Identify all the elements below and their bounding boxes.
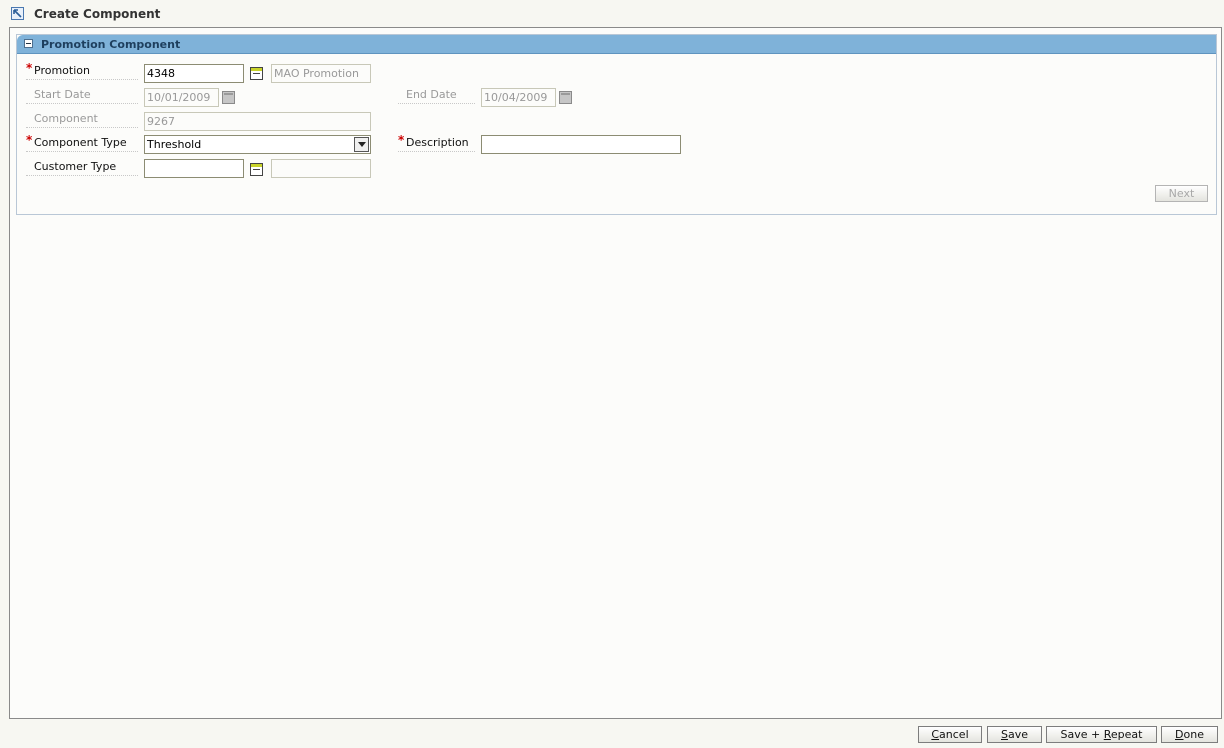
save-repeat-button[interactable]: Save + Repeat [1046,726,1157,743]
component-label: Component [26,112,138,128]
chevron-down-icon[interactable] [354,137,369,152]
component-field: 9267 [144,112,371,131]
customer-type-description-field [271,159,371,178]
description-input[interactable] [481,135,681,154]
panel-header: Promotion Component [17,35,1216,54]
save-button[interactable]: Save [987,726,1042,743]
promotion-label: * Promotion [26,61,138,80]
promotion-input[interactable]: 4348 [144,64,244,83]
end-date-calendar-icon [559,91,572,104]
end-date-label: End Date [398,88,475,104]
required-indicator: * [26,61,33,75]
required-indicator: * [398,133,405,147]
customer-type-lookup-icon[interactable] [250,163,263,176]
start-date-calendar-icon [222,91,235,104]
collapse-minus-icon[interactable] [24,39,33,48]
maximize-arrow-icon[interactable] [11,7,24,20]
customer-type-label: Customer Type [26,160,138,176]
done-button[interactable]: Done [1161,726,1218,743]
component-type-select[interactable]: Threshold [144,135,371,154]
promotion-lookup-icon[interactable] [250,67,263,80]
promotion-description-field: MAO Promotion [271,64,371,83]
description-label: * Description [398,133,475,152]
required-indicator: * [26,133,33,147]
end-date-field: 10/04/2009 [481,88,556,107]
panel-title: Promotion Component [41,38,181,51]
next-button[interactable]: Next [1155,185,1208,202]
start-date-label: Start Date [26,88,138,104]
window-titlebar: Create Component [0,0,1224,28]
window-title: Create Component [34,7,161,21]
start-date-field: 10/01/2009 [144,88,219,107]
cancel-button[interactable]: Cancel [918,726,982,743]
component-type-label: * Component Type [26,133,138,152]
customer-type-input[interactable] [144,159,244,178]
